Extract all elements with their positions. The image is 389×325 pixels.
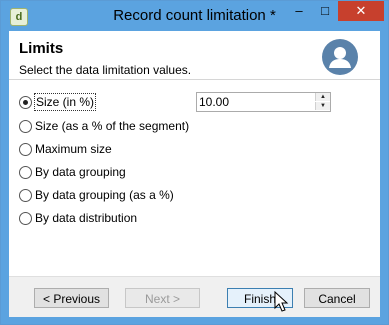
minimize-button[interactable]: –: [286, 1, 312, 21]
size-value-stepper[interactable]: ▲ ▼: [196, 92, 331, 112]
previous-button[interactable]: < Previous: [34, 288, 109, 308]
close-button[interactable]: ✕: [338, 1, 384, 21]
maximize-button[interactable]: □: [312, 1, 338, 21]
radio-button[interactable]: [19, 189, 32, 202]
title-bar[interactable]: d Record count limitation * – □ ✕: [1, 1, 388, 31]
page-header: Limits Select the data limitation values…: [9, 31, 380, 79]
spin-up-icon[interactable]: ▲: [315, 93, 330, 101]
option-label: By data distribution: [35, 211, 138, 225]
page-title: Limits: [19, 40, 64, 57]
radio-button[interactable]: [19, 166, 32, 179]
spin-down-icon[interactable]: ▼: [315, 102, 330, 110]
option-label: Size (as a % of the segment): [35, 119, 190, 133]
next-button[interactable]: Next >: [125, 288, 200, 308]
radio-button[interactable]: [19, 143, 32, 156]
option-label: Maximum size: [35, 142, 112, 156]
size-value-input[interactable]: [199, 94, 309, 110]
mouse-cursor-icon: [274, 291, 289, 312]
page-subtitle: Select the data limitation values.: [19, 63, 192, 77]
radio-button[interactable]: [19, 212, 32, 225]
user-avatar-icon: [322, 39, 358, 75]
radio-button[interactable]: [19, 96, 32, 109]
options-panel: Size (in %) ▲ ▼ Size (as a % of the segm…: [9, 79, 380, 277]
option-label: Size (in %): [33, 93, 97, 111]
button-bar: < Previous Next > Finish Cancel: [9, 276, 380, 317]
cancel-button[interactable]: Cancel: [304, 288, 370, 308]
option-label: By data grouping: [35, 165, 126, 179]
radio-button[interactable]: [19, 120, 32, 133]
dialog-window: d Record count limitation * – □ ✕ Limits…: [0, 0, 389, 325]
option-label: By data grouping (as a %): [35, 188, 174, 202]
